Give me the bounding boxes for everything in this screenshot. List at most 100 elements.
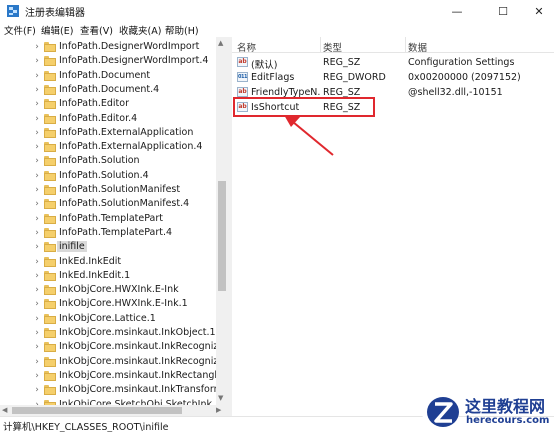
chevron-right-icon[interactable]: › <box>33 142 41 152</box>
tree-vertical-scrollbar[interactable]: ▲ ▼ <box>216 37 228 405</box>
tree-item[interactable]: › InfoPath.Document.4 <box>0 83 216 97</box>
chevron-right-icon[interactable]: › <box>33 328 41 338</box>
menu-bar: 文件(F) 编辑(E) 查看(V) 收藏夹(A) 帮助(H) <box>0 22 554 37</box>
scroll-thumb[interactable] <box>218 181 226 291</box>
chevron-right-icon[interactable]: › <box>33 185 41 195</box>
folder-icon <box>44 256 56 267</box>
tree-item[interactable]: › InkObjCore.HWXInk.E-Ink <box>0 283 216 297</box>
chevron-right-icon[interactable]: › <box>33 385 41 395</box>
tree-item-label: InkObjCore.msinkaut.InkTransform.1 <box>59 384 228 396</box>
chevron-right-icon[interactable]: › <box>33 242 41 252</box>
folder-icon <box>44 299 56 310</box>
scroll-up-icon[interactable]: ▲ <box>218 39 223 47</box>
chevron-right-icon[interactable]: › <box>33 271 41 281</box>
chevron-right-icon[interactable]: › <box>33 71 41 81</box>
chevron-right-icon[interactable]: › <box>33 156 41 166</box>
column-name-header[interactable]: 名称 <box>237 40 256 54</box>
list-header: 名称 类型 数据 <box>232 37 554 54</box>
watermark-logo-icon <box>413 395 459 429</box>
value-row[interactable]: 011 EditFlags REG_DWORD 0x00200000 (2097152… <box>232 70 554 84</box>
tree-item-label: InkObjCore.Lattice.1 <box>59 312 156 324</box>
folder-icon <box>44 328 56 338</box>
close-button[interactable]: ✕ <box>524 0 554 22</box>
tree-item[interactable]: › InfoPath.ExternalApplication <box>0 126 216 140</box>
key-tree[interactable]: › InfoPath.DesignerWordImport › InfoPath.De… <box>0 37 228 416</box>
folder-icon <box>44 142 56 153</box>
string-value-icon: ab <box>237 57 248 67</box>
tree-item-selected[interactable]: › inifile <box>0 240 216 254</box>
minimize-button[interactable]: — <box>442 0 472 22</box>
chevron-right-icon[interactable]: › <box>33 285 41 295</box>
folder-icon <box>44 170 56 181</box>
menu-view[interactable]: 查看(V) <box>80 23 113 37</box>
tree-item-label: InfoPath.SolutionManifest <box>59 184 181 195</box>
maximize-button[interactable]: ☐ <box>488 0 518 22</box>
folder-icon <box>44 42 56 52</box>
chevron-right-icon[interactable]: › <box>33 171 41 181</box>
tree-item[interactable]: › InfoPath.Solution <box>0 154 216 168</box>
value-type: REG_SZ <box>323 57 361 68</box>
folder-icon <box>44 270 56 281</box>
scroll-right-icon[interactable]: ▶ <box>216 406 221 414</box>
tree-item[interactable]: › InfoPath.DesignerWordImport.4 <box>0 54 216 68</box>
tree-item[interactable]: › InfoPath.SolutionManifest <box>0 183 216 197</box>
tree-item[interactable]: › InkObjCore.HWXInk.E-Ink.1 <box>0 297 216 311</box>
menu-edit[interactable]: 编辑(E) <box>41 23 73 37</box>
folder-icon <box>44 70 56 81</box>
chevron-right-icon[interactable]: › <box>33 42 41 52</box>
column-divider[interactable] <box>405 37 406 53</box>
tree-item[interactable]: › InfoPath.TemplatePart.4 <box>0 226 216 240</box>
menu-help[interactable]: 帮助(H) <box>165 23 199 37</box>
tree-item[interactable]: › InkEd.InkEdit <box>0 255 216 269</box>
tree-item[interactable]: › InfoPath.DesignerWordImport <box>0 40 216 54</box>
scroll-left-icon[interactable]: ◀ <box>2 406 7 414</box>
chevron-right-icon[interactable]: › <box>33 56 41 66</box>
chevron-right-icon[interactable]: › <box>33 114 41 124</box>
tree-item-label: InfoPath.SolutionManifest.4 <box>59 198 190 210</box>
tree-item[interactable]: › InkObjCore.msinkaut.InkRecognizers. <box>0 355 227 369</box>
folder-icon <box>44 56 56 67</box>
tree-item[interactable]: › InfoPath.Editor.4 <box>0 112 216 126</box>
chevron-right-icon[interactable]: › <box>33 128 41 138</box>
menu-file[interactable]: 文件(F) <box>4 23 36 37</box>
folder-icon <box>44 185 56 195</box>
chevron-right-icon[interactable]: › <box>33 214 41 224</box>
chevron-right-icon[interactable]: › <box>33 199 41 209</box>
chevron-right-icon[interactable]: › <box>33 85 41 95</box>
tree-item[interactable]: › InkObjCore.msinkaut.InkRecognizerG <box>0 340 227 354</box>
value-name: (默认) <box>251 60 278 71</box>
column-divider[interactable] <box>320 37 321 53</box>
tree-item[interactable]: › InfoPath.ExternalApplication.4 <box>0 140 216 154</box>
chevron-right-icon[interactable]: › <box>33 257 41 267</box>
tree-item-label: InfoPath.Solution <box>59 155 140 167</box>
tree-item[interactable]: › InkObjCore.msinkaut.InkObject.1 <box>0 326 216 340</box>
tree-item[interactable]: › InfoPath.TemplatePart <box>0 212 216 226</box>
menu-favorites[interactable]: 收藏夹(A) <box>119 23 161 37</box>
scroll-down-icon[interactable]: ▼ <box>218 394 223 402</box>
tree-item[interactable]: › InfoPath.Editor <box>0 97 216 111</box>
chevron-right-icon[interactable]: › <box>33 99 41 109</box>
tree-horizontal-scrollbar[interactable]: ◀ ▶ <box>0 405 228 416</box>
tree-item[interactable]: › InfoPath.Solution.4 <box>0 169 216 183</box>
tree-item[interactable]: › InkObjCore.Lattice.1 <box>0 312 216 326</box>
tree-item[interactable]: › InfoPath.Document <box>0 69 216 83</box>
chevron-right-icon[interactable]: › <box>33 342 41 352</box>
scroll-thumb[interactable] <box>12 407 182 414</box>
tree-item-label: InfoPath.DesignerWordImport <box>59 41 200 52</box>
watermark-url: herecours.com <box>466 415 550 426</box>
tree-item[interactable]: › InkEd.InkEdit.1 <box>0 269 216 283</box>
column-data-header[interactable]: 数据 <box>408 40 427 54</box>
tree-item[interactable]: › InkObjCore.msinkaut.InkTransform.1 <box>0 383 227 397</box>
value-row[interactable]: ab (默认) REG_SZ Configuration Settings <box>232 55 554 71</box>
chevron-right-icon[interactable]: › <box>33 228 41 238</box>
tree-item-label: InkObjCore.msinkaut.InkRecognizerG <box>59 341 228 353</box>
chevron-right-icon[interactable]: › <box>33 314 41 324</box>
tree-item[interactable]: › InkObjCore.msinkaut.InkRectangle.1 <box>0 369 227 383</box>
tree-item-label: InfoPath.TemplatePart.4 <box>59 226 173 238</box>
chevron-right-icon[interactable]: › <box>33 357 41 367</box>
chevron-right-icon[interactable]: › <box>33 371 41 381</box>
tree-item[interactable]: › InfoPath.SolutionManifest.4 <box>0 197 216 211</box>
column-type-header[interactable]: 类型 <box>323 40 342 54</box>
chevron-right-icon[interactable]: › <box>33 299 41 309</box>
folder-icon <box>44 342 56 353</box>
